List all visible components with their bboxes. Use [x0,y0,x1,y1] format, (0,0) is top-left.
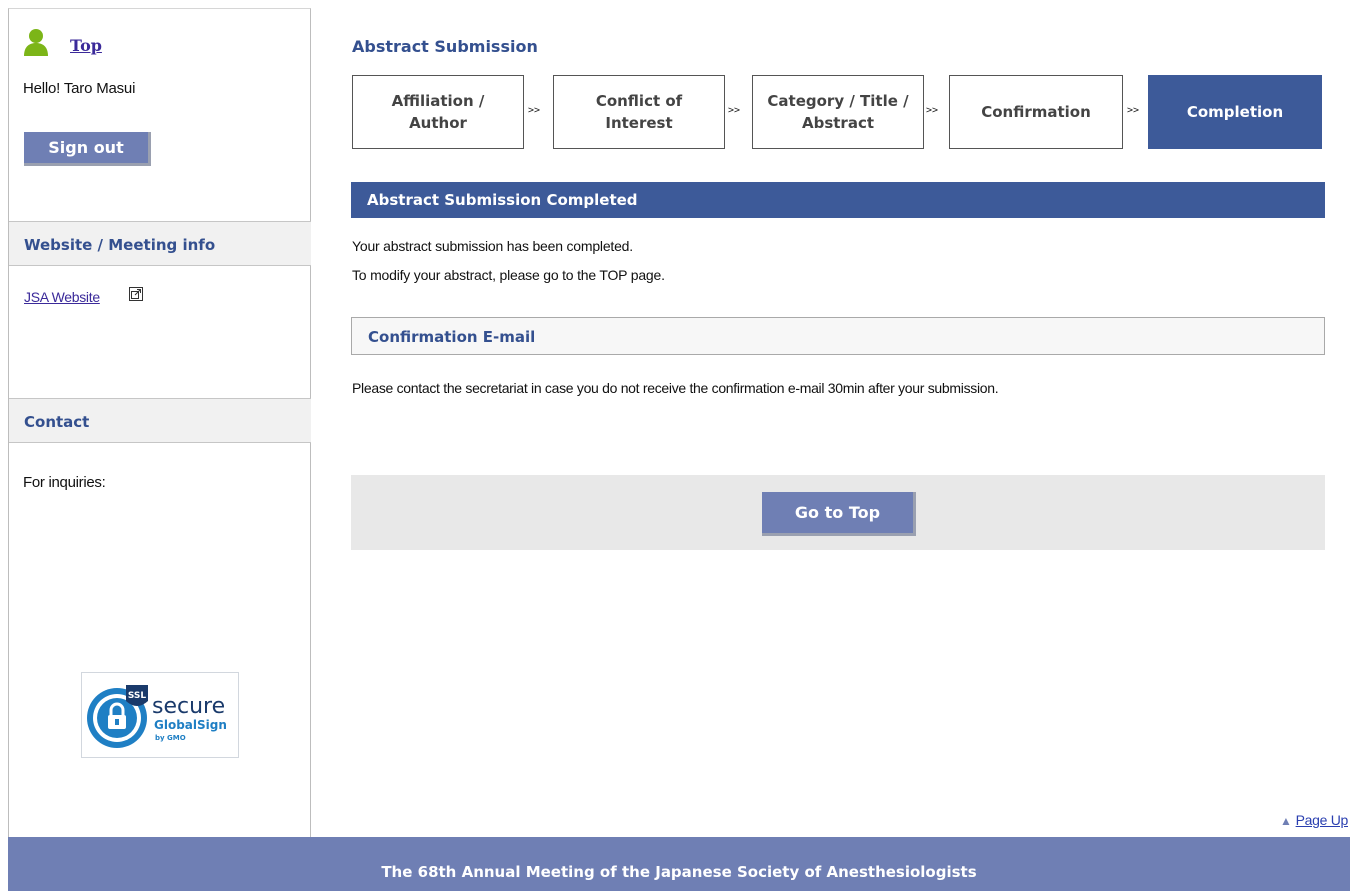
jsa-website-link[interactable]: JSA Website [24,289,100,305]
svg-text:secure: secure [152,694,225,719]
action-area: Go to Top [351,475,1325,550]
completed-message: Your abstract submission has been comple… [352,238,633,254]
contact-heading: Contact [9,398,311,443]
step-affiliation-author: Affiliation / Author [352,75,524,149]
modify-instruction: To modify your abstract, please go to th… [352,267,665,283]
ssl-secure-badge[interactable]: SSL secure GlobalSign by GMO [81,672,239,758]
website-meeting-info-heading: Website / Meeting info [9,221,311,266]
completed-heading: Abstract Submission Completed [351,182,1325,218]
step-category-title-abstract: Category / Title / Abstract [752,75,924,149]
go-to-top-button[interactable]: Go to Top [762,492,916,536]
user-icon [24,29,48,56]
footer: The 68th Annual Meeting of the Japanese … [8,837,1350,891]
step-separator: >> [1127,105,1140,116]
page-title: Abstract Submission [352,37,538,56]
step-completion: Completion [1148,75,1322,149]
confirmation-email-message: Please contact the secretariat in case y… [352,380,999,396]
page-up-link[interactable]: ▲ Page Up [1280,812,1348,828]
inquiries-text: For inquiries: [23,474,106,491]
top-link[interactable]: Top [70,36,102,55]
svg-text:SSL: SSL [128,691,147,701]
svg-text:by GMO: by GMO [155,734,186,742]
step-separator: >> [926,105,939,116]
sign-out-button[interactable]: Sign out [24,132,151,166]
svg-text:GlobalSign: GlobalSign [154,718,227,732]
external-link-icon [129,287,143,301]
step-separator: >> [528,105,541,116]
step-separator: >> [728,105,741,116]
greeting-text: Hello! Taro Masui [23,80,136,97]
main-content: Abstract Submission Affiliation / Author … [312,8,1350,837]
sidebar: Top Hello! Taro Masui Sign out Website /… [8,8,311,837]
confirmation-email-heading: Confirmation E-mail [351,317,1325,355]
user-block: Top Hello! Taro Masui Sign out [9,9,311,221]
step-conflict-of-interest: Conflict of Interest [553,75,725,149]
triangle-up-icon: ▲ [1280,814,1292,828]
step-confirmation: Confirmation [949,75,1123,149]
